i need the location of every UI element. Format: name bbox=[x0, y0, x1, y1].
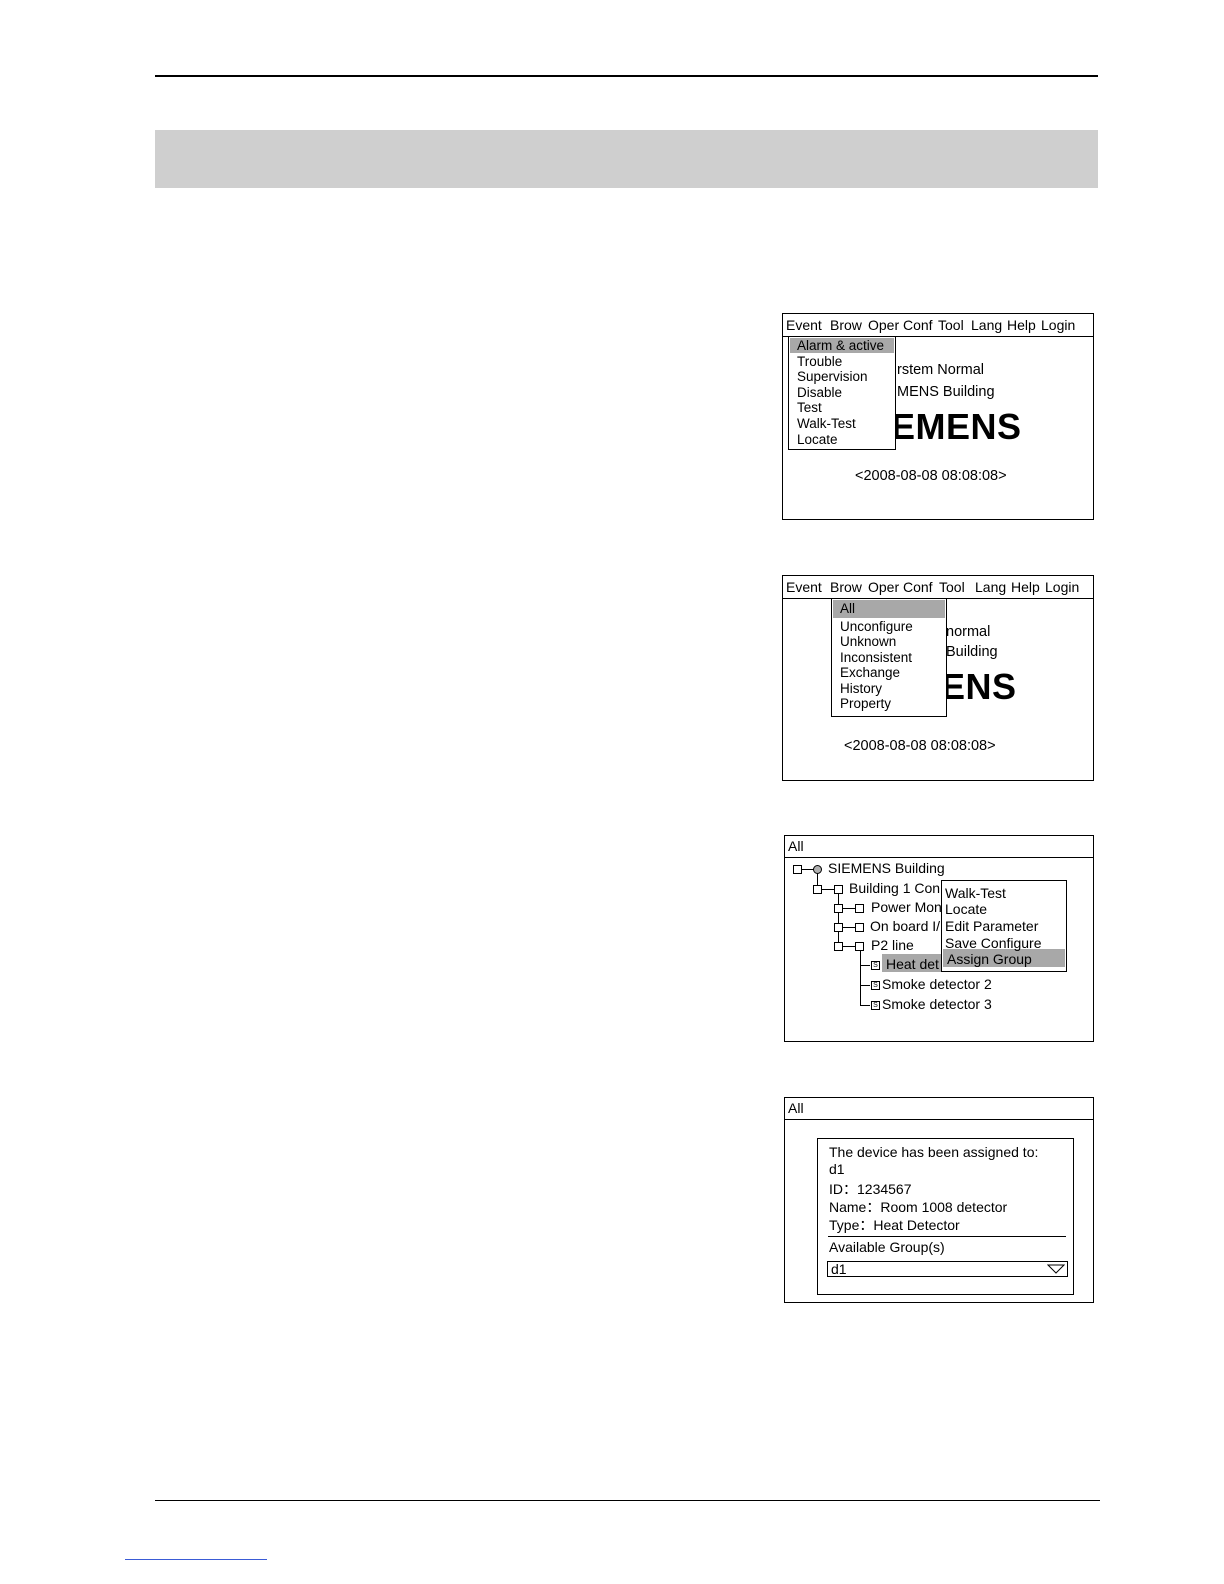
menu-event[interactable]: Event bbox=[786, 579, 822, 595]
view-title: All bbox=[788, 838, 804, 854]
building-name: MENS Building bbox=[897, 384, 995, 400]
menu-item-test[interactable]: Test bbox=[797, 400, 822, 415]
menu-bar: Event Brow Oper Conf Tool Lang Help Logi… bbox=[783, 576, 1093, 599]
tree-connector bbox=[860, 965, 870, 966]
tree-connector bbox=[860, 985, 870, 986]
menu-item-history[interactable]: History bbox=[840, 681, 882, 696]
title-bar: All bbox=[785, 1098, 1093, 1120]
menu-tool[interactable]: Tool bbox=[939, 579, 965, 595]
available-groups-label: Available Group(s) bbox=[829, 1239, 945, 1255]
menu-event[interactable]: Event bbox=[786, 317, 822, 333]
tree-connector bbox=[860, 951, 861, 1005]
screen-main-event-menu: Event Brow Oper Conf Tool Lang Help Logi… bbox=[782, 313, 1094, 520]
tree-node-on-board-io[interactable]: On board I/ bbox=[870, 918, 940, 934]
screen-main-browse-menu: Event Brow Oper Conf Tool Lang Help Logi… bbox=[782, 575, 1094, 781]
expand-toggle[interactable] bbox=[834, 942, 843, 951]
building-node-icon bbox=[813, 865, 822, 874]
device-name: Name：Room 1008 detector bbox=[829, 1199, 1008, 1215]
device-type: Type：Heat Detector bbox=[829, 1217, 960, 1233]
footer-link-underline bbox=[125, 1559, 267, 1560]
tree-node-smoke-detector-2[interactable]: Smoke detector 2 bbox=[882, 976, 992, 992]
menu-oper[interactable]: Oper bbox=[868, 317, 899, 333]
menu-item-disable[interactable]: Disable bbox=[797, 385, 842, 400]
menu-item-locate[interactable]: Locate bbox=[797, 432, 838, 447]
menu-item-alarm-active[interactable]: Alarm & active bbox=[797, 338, 884, 353]
expand-toggle[interactable] bbox=[793, 865, 802, 874]
tree-node-power-monitor[interactable]: Power Mon bbox=[871, 899, 942, 915]
dialog-divider bbox=[828, 1236, 1066, 1237]
menu-item-all[interactable]: All bbox=[840, 601, 855, 616]
menu-item-supervision[interactable]: Supervision bbox=[797, 369, 868, 384]
context-item-walk-test[interactable]: Walk-Test bbox=[945, 885, 1006, 901]
siemens-logo: ENS bbox=[941, 666, 1017, 707]
screen-device-tree: All S S S SIEMENS Building Building 1 Co… bbox=[784, 835, 1094, 1042]
section-title-band bbox=[155, 130, 1098, 188]
footer-rule bbox=[155, 1500, 1100, 1501]
header-rule bbox=[155, 75, 1098, 77]
menu-item-property[interactable]: Property bbox=[840, 696, 891, 711]
event-dropdown: Alarm & active Trouble Supervision Disab… bbox=[788, 336, 896, 450]
menu-item-trouble[interactable]: Trouble bbox=[797, 354, 842, 369]
menu-help[interactable]: Help bbox=[1011, 579, 1040, 595]
title-bar: All bbox=[785, 836, 1093, 858]
screen-assign-group: All The device has been assigned to: d1 … bbox=[784, 1097, 1094, 1303]
menu-lang[interactable]: Lang bbox=[971, 317, 1002, 333]
menu-conf[interactable]: Conf bbox=[903, 317, 933, 333]
view-title: All bbox=[788, 1100, 804, 1116]
tree-node-siemens-building[interactable]: SIEMENS Building bbox=[828, 860, 945, 876]
menu-lang[interactable]: Lang bbox=[975, 579, 1006, 595]
group-select[interactable]: d1 bbox=[827, 1261, 1068, 1277]
menu-item-unknown[interactable]: Unknown bbox=[840, 634, 896, 649]
building-name: Building bbox=[946, 644, 998, 660]
tree-node-p2-line[interactable]: P2 line bbox=[871, 937, 914, 953]
menu-help[interactable]: Help bbox=[1007, 317, 1036, 333]
menu-oper[interactable]: Oper bbox=[868, 579, 899, 595]
detector-icon: S bbox=[871, 1001, 880, 1010]
tree-node-smoke-detector-3[interactable]: Smoke detector 3 bbox=[882, 996, 992, 1012]
tree-node-building-1[interactable]: Building 1 Con bbox=[849, 880, 940, 896]
menu-brow[interactable]: Brow bbox=[830, 579, 862, 595]
detector-icon: S bbox=[871, 981, 880, 990]
group-select-value: d1 bbox=[831, 1261, 847, 1277]
menu-item-inconsistent[interactable]: Inconsistent bbox=[840, 650, 912, 665]
tree-connector bbox=[838, 893, 839, 947]
context-item-assign-group[interactable]: Assign Group bbox=[947, 951, 1032, 967]
menu-bar: Event Brow Oper Conf Tool Lang Help Logi… bbox=[783, 314, 1093, 337]
menu-item-unconfigure[interactable]: Unconfigure bbox=[840, 619, 913, 634]
assign-group-dialog: The device has been assigned to: d1 ID：1… bbox=[817, 1138, 1074, 1295]
detector-icon: S bbox=[871, 961, 880, 970]
menu-tool[interactable]: Tool bbox=[938, 317, 964, 333]
system-status: rstem Normal bbox=[897, 362, 985, 378]
siemens-logo: EMENS bbox=[891, 406, 1022, 447]
context-menu: Walk-Test Locate Edit Parameter Save Con… bbox=[941, 880, 1067, 972]
menu-item-walk-test[interactable]: Walk-Test bbox=[797, 416, 856, 431]
system-status: normal bbox=[946, 624, 991, 640]
folder-node-icon bbox=[855, 904, 864, 913]
menu-brow[interactable]: Brow bbox=[830, 317, 862, 333]
browse-dropdown: All Unconfigure Unknown Inconsistent Exc… bbox=[831, 598, 947, 717]
folder-node-icon bbox=[834, 885, 843, 894]
tree-node-heat-detector[interactable]: Heat det bbox=[886, 956, 939, 972]
expand-toggle[interactable] bbox=[834, 923, 843, 932]
folder-node-icon bbox=[855, 942, 864, 951]
folder-node-icon bbox=[855, 923, 864, 932]
chevron-down-icon bbox=[1047, 1264, 1065, 1274]
expand-toggle[interactable] bbox=[834, 904, 843, 913]
datetime: <2008-08-08 08:08:08> bbox=[855, 468, 1007, 484]
device-id: ID：1234567 bbox=[829, 1181, 912, 1197]
context-item-edit-parameter[interactable]: Edit Parameter bbox=[945, 918, 1038, 934]
context-item-save-configure[interactable]: Save Configure bbox=[945, 935, 1042, 951]
menu-item-exchange[interactable]: Exchange bbox=[840, 665, 900, 680]
menu-login[interactable]: Login bbox=[1045, 579, 1079, 595]
dialog-heading: The device has been assigned to: bbox=[829, 1144, 1039, 1160]
context-item-locate[interactable]: Locate bbox=[945, 901, 987, 917]
expand-toggle[interactable] bbox=[813, 885, 822, 894]
tree-connector bbox=[860, 1005, 870, 1006]
menu-conf[interactable]: Conf bbox=[903, 579, 933, 595]
menu-login[interactable]: Login bbox=[1041, 317, 1075, 333]
assigned-group: d1 bbox=[829, 1161, 845, 1177]
datetime: <2008-08-08 08:08:08> bbox=[844, 738, 996, 754]
